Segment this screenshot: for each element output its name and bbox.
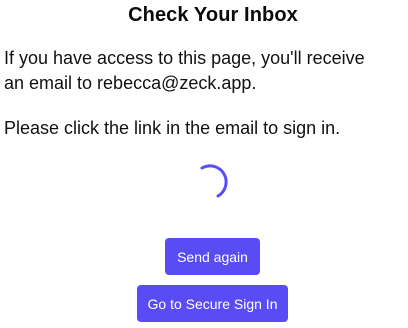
sign-in-instruction: Please click the link in the email to si… <box>4 118 341 138</box>
access-message-line-2: an email to rebecca@zeck.app. <box>4 73 257 93</box>
page-title: Check Your Inbox <box>128 4 298 26</box>
access-message-line-1: If you have access to this page, you'll … <box>4 48 365 68</box>
access-message: If you have access to this page, you'll … <box>4 46 408 96</box>
check-inbox-page: Check Your Inbox If you have access to t… <box>0 0 408 328</box>
secure-sign-in-button[interactable]: Go to Secure Sign In <box>137 285 288 322</box>
spinner-arc <box>200 164 228 198</box>
loading-spinner-icon <box>196 160 236 200</box>
send-again-button[interactable]: Send again <box>165 238 260 275</box>
